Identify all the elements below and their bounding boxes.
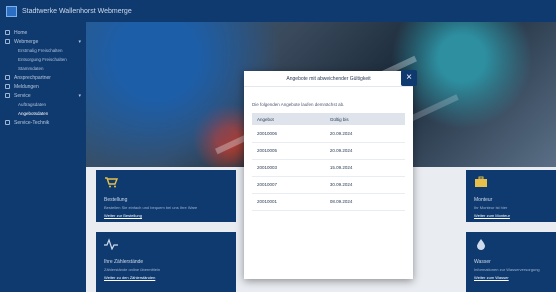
toolbox-icon: [475, 176, 487, 187]
doc-icon: [5, 93, 10, 98]
drop-icon: [477, 239, 485, 250]
sidebar-item-label: Ansprechpartner: [14, 74, 51, 81]
offer-number: 20010003: [252, 159, 325, 177]
chevron-down-icon: ▾: [78, 38, 81, 45]
valid-until: 08.09.2024: [324, 193, 405, 211]
sidebar-subitem[interactable]: Auftragsdaten: [0, 100, 86, 109]
card-text: Zählerstände online übermitteln: [104, 267, 161, 272]
card-title: Wasser: [474, 259, 491, 265]
valid-until: 30.09.2024: [324, 176, 405, 194]
phone-icon: [5, 120, 10, 125]
column-header-gueltig-bis: Gültig bis: [324, 113, 405, 125]
user-icon: [5, 75, 10, 80]
card-text: Informationen zur Wasserversorgung: [474, 267, 540, 272]
expiring-offers-dialog: Angebote mit abweichender Gültigkeit × D…: [244, 70, 417, 279]
table-row[interactable]: 20010003 15.09.2024: [252, 159, 405, 177]
valid-until: 20.09.2024: [324, 142, 405, 160]
valid-until: 15.09.2024: [324, 159, 405, 177]
sidebar-subitem[interactable]: Stammdaten: [0, 64, 86, 73]
card-text: Bestellen Sie einfach und bequem bei uns…: [104, 205, 198, 210]
sidebar-item-service[interactable]: Service ▾: [0, 91, 86, 100]
table-header-row: Angebot Gültig bis: [252, 113, 405, 125]
card-title: Monteur: [474, 197, 493, 203]
card-zaehlerstaende[interactable]: Ihre Zählerstände Zählerstände online üb…: [96, 232, 236, 292]
sidebar-item-label: Service-Technik: [14, 119, 50, 126]
sidebar-item-label: Home: [14, 29, 28, 36]
valid-until: 20.09.2024: [324, 125, 405, 143]
card-link[interactable]: Weiter zur Bestellung: [104, 213, 228, 218]
sidebar-subitem[interactable]: Erstmalig Freischalten: [0, 46, 86, 55]
offers-table: Angebot Gültig bis 20010006 20.09.2024 20…: [252, 113, 405, 211]
sidebar-item-ansprechpartner[interactable]: Ansprechpartner: [0, 73, 86, 82]
card-link[interactable]: Weiter zum Monteur: [474, 213, 548, 218]
card-bestellung[interactable]: Bestellung Bestellen Sie einfach und beq…: [96, 170, 236, 222]
sidebar-item-webmerge[interactable]: Webmerge ▾: [0, 37, 86, 46]
column-header-angebot: Angebot: [252, 113, 325, 125]
dialog-subtitle: Die folgenden Angebote laufen demnächst …: [252, 102, 345, 107]
logo-icon: [6, 5, 17, 17]
card-link[interactable]: Weiter zu den Zählerständen: [104, 275, 228, 280]
table-row[interactable]: 20010001 08.09.2024: [252, 193, 405, 211]
offer-number: 20010005: [252, 142, 325, 160]
sidebar: Home Webmerge ▾ Erstmalig Freischalten En…: [0, 22, 86, 292]
chevron-down-icon: ▾: [78, 92, 81, 99]
card-link[interactable]: Weiter zum Wasser: [474, 275, 548, 280]
table-row[interactable]: 20010007 30.09.2024: [252, 176, 405, 194]
offer-number: 20010006: [252, 125, 325, 143]
sidebar-item-meldungen[interactable]: Meldungen: [0, 82, 86, 91]
card-title: Ihre Zählerstände: [104, 259, 144, 265]
app-brand: Stadtwerke Wallenhorst Webmerge: [22, 7, 132, 15]
sidebar-subitem-active[interactable]: Angebotsdaten: [0, 109, 86, 118]
offer-number: 20010001: [252, 193, 325, 211]
card-wasser[interactable]: Wasser Informationen zur Wasserversorgun…: [466, 232, 556, 292]
card-text: Ihr Monteur ist hier: [474, 205, 508, 210]
dialog-title: Angebote mit abweichender Gültigkeit: [244, 71, 413, 87]
sidebar-subitem[interactable]: Entsorgung Freischalten: [0, 55, 86, 64]
table-row[interactable]: 20010006 20.09.2024: [252, 125, 405, 143]
card-title: Bestellung: [104, 197, 128, 203]
offer-number: 20010007: [252, 176, 325, 194]
close-button[interactable]: ×: [401, 70, 417, 86]
sidebar-item-label: Meldungen: [14, 83, 39, 90]
sidebar-item-label: Webmerge: [14, 38, 39, 45]
bell-icon: [5, 84, 10, 89]
pulse-icon: [104, 238, 118, 251]
home-icon: [5, 30, 10, 35]
grid-icon: [5, 39, 10, 44]
top-bar: Stadtwerke Wallenhorst Webmerge: [0, 0, 556, 22]
sidebar-item-label: Service: [14, 92, 31, 99]
cart-icon: [105, 177, 119, 188]
table-row[interactable]: 20010005 20.09.2024: [252, 142, 405, 160]
sidebar-item-home[interactable]: Home: [0, 28, 86, 37]
card-monteur[interactable]: Monteur Ihr Monteur ist hier Weiter zum …: [466, 170, 556, 222]
sidebar-item-service-technik[interactable]: Service-Technik: [0, 118, 86, 127]
